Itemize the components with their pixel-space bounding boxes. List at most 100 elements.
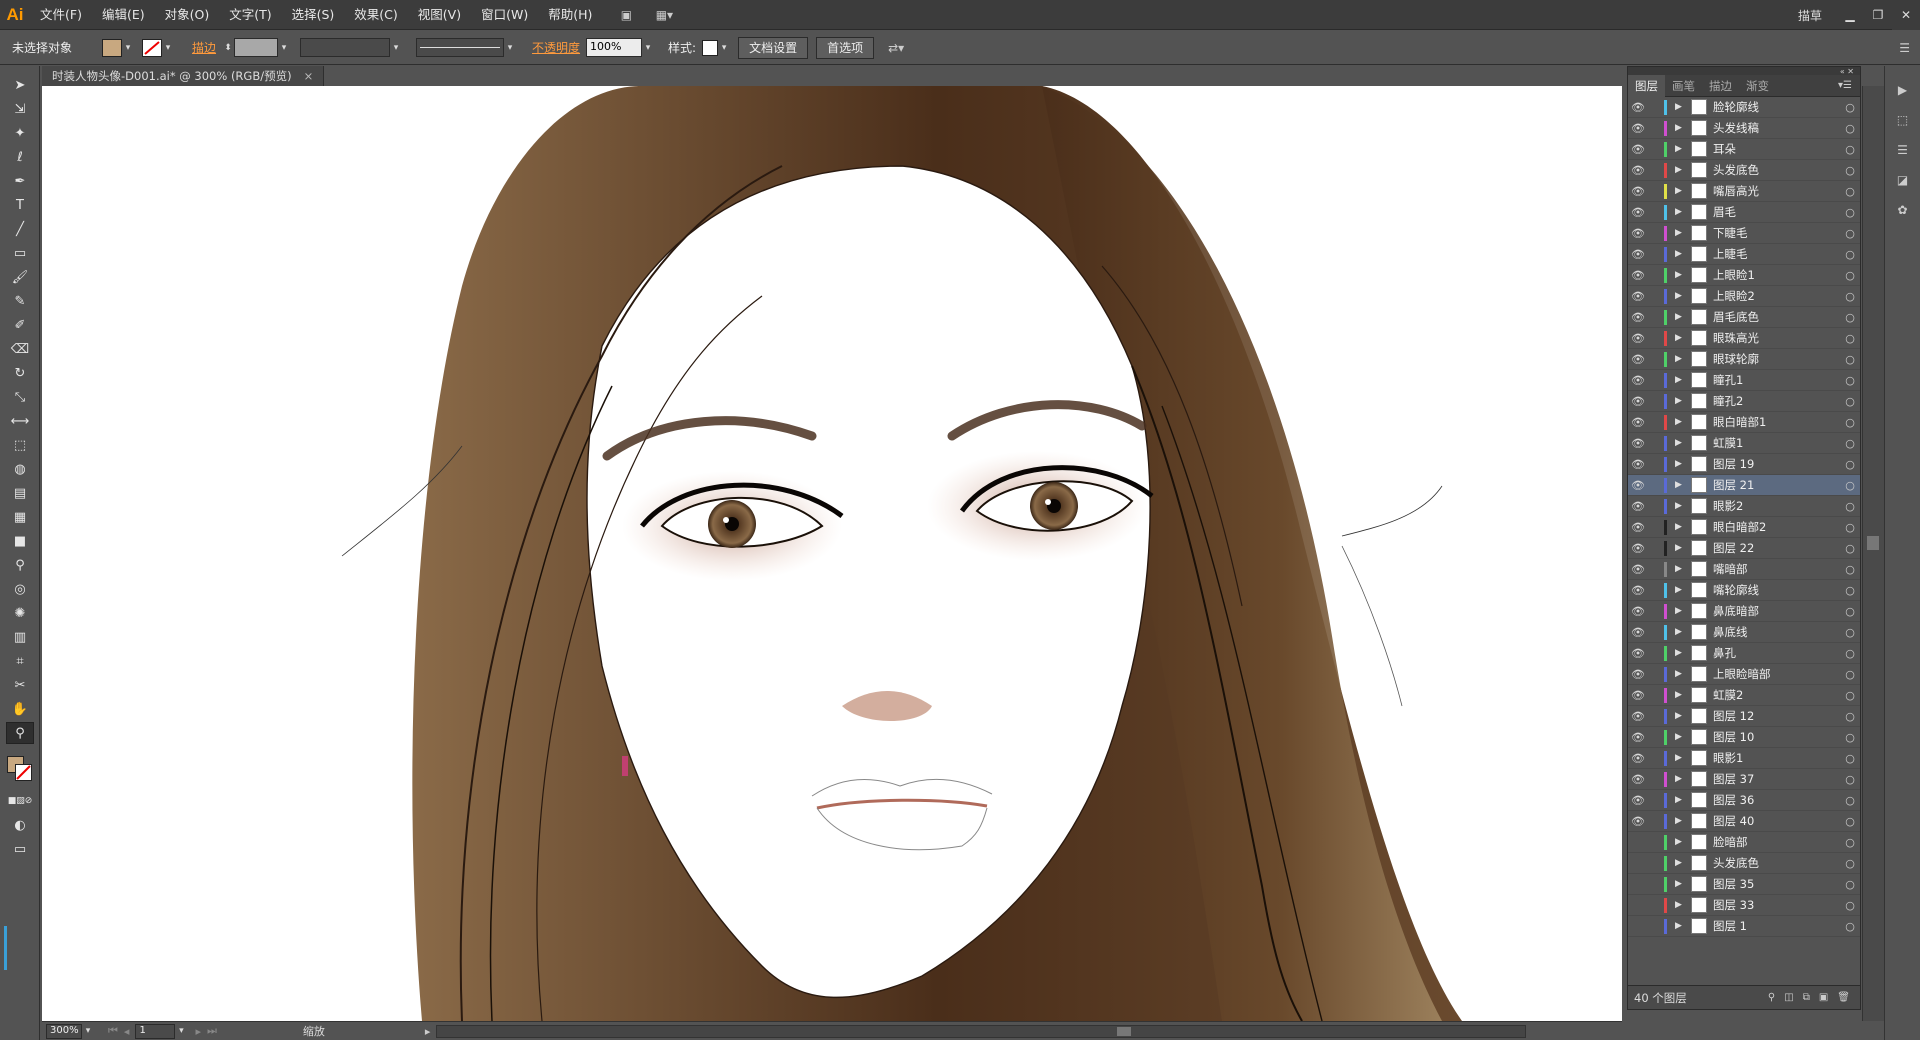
expand-triangle-icon[interactable]: ▶ (1675, 249, 1687, 259)
stroke-swatch[interactable] (142, 38, 163, 57)
layer-name[interactable]: 图层 10 (1713, 729, 1840, 745)
layer-row[interactable]: 👁 ▶ 瞳孔2 ○ (1628, 391, 1860, 412)
minimize-button[interactable]: ▁ (1836, 0, 1864, 30)
direct-selection-tool-icon[interactable]: ⇲ (6, 98, 34, 120)
make-clipping-mask-icon[interactable]: ◫ (1784, 992, 1793, 1003)
perspective-grid-tool-icon[interactable]: ▤ (6, 482, 34, 504)
layer-name[interactable]: 眉毛底色 (1713, 309, 1840, 325)
expand-triangle-icon[interactable]: ▶ (1675, 102, 1687, 112)
menu-item[interactable]: 文件(F) (30, 0, 92, 30)
rotate-tool-icon[interactable]: ↻ (6, 362, 34, 384)
expand-triangle-icon[interactable]: ▶ (1675, 648, 1687, 658)
gradient-tool-icon[interactable]: ■ (6, 530, 34, 552)
layer-name[interactable]: 头发底色 (1713, 855, 1840, 871)
layer-row[interactable]: 👁 ▶ 眼球轮廓 ○ (1628, 349, 1860, 370)
layer-row[interactable]: 👁 ▶ 图层 21 ○ (1628, 475, 1860, 496)
visibility-eye-icon[interactable]: 👁 (1628, 479, 1648, 492)
chevron-down-icon[interactable]: ▾ (82, 1026, 94, 1036)
stroke-weight-field[interactable] (234, 38, 279, 57)
graphic-style-swatch[interactable] (702, 39, 719, 56)
lasso-tool-icon[interactable]: ℓ (6, 146, 34, 168)
layer-row[interactable]: ▶ 头发底色 ○ (1628, 853, 1860, 874)
expand-triangle-icon[interactable]: ▶ (1675, 585, 1687, 595)
line-tool-icon[interactable]: ╱ (6, 218, 34, 240)
visibility-eye-icon[interactable]: 👁 (1628, 752, 1648, 765)
visibility-eye-icon[interactable]: 👁 (1628, 437, 1648, 450)
pen-tool-icon[interactable]: ✒ (6, 170, 34, 192)
first-page-icon[interactable]: ⏮ (108, 1024, 118, 1038)
layer-row[interactable]: 👁 ▶ 图层 10 ○ (1628, 727, 1860, 748)
expand-triangle-icon[interactable]: ▶ (1675, 522, 1687, 532)
scale-tool-icon[interactable]: ⤡ (6, 386, 34, 408)
play-action-icon[interactable]: ▶ (1891, 78, 1915, 102)
target-circle-icon[interactable]: ○ (1840, 605, 1860, 618)
width-tool-icon[interactable]: ⟷ (6, 410, 34, 432)
visibility-eye-icon[interactable]: 👁 (1628, 269, 1648, 282)
layer-name[interactable]: 眼影2 (1713, 498, 1840, 514)
rectangle-tool-icon[interactable]: ▭ (6, 242, 34, 264)
fill-stroke-controls[interactable] (0, 754, 40, 788)
layer-name[interactable]: 虹膜2 (1713, 687, 1840, 703)
panel-menu-icon[interactable]: ☰ (1899, 41, 1920, 55)
target-circle-icon[interactable]: ○ (1840, 269, 1860, 282)
layer-row[interactable]: 👁 ▶ 上睫毛 ○ (1628, 244, 1860, 265)
target-circle-icon[interactable]: ○ (1840, 731, 1860, 744)
horizontal-scrollbar[interactable] (436, 1024, 1527, 1038)
visibility-eye-icon[interactable]: 👁 (1628, 416, 1648, 429)
layer-row[interactable]: 👁 ▶ 上眼睑2 ○ (1628, 286, 1860, 307)
layer-name[interactable]: 眉毛 (1713, 204, 1840, 220)
vertical-scrollbar[interactable] (1862, 86, 1884, 1021)
layer-name[interactable]: 瞳孔1 (1713, 372, 1840, 388)
layer-name[interactable]: 头发线稿 (1713, 120, 1840, 136)
visibility-eye-icon[interactable]: 👁 (1628, 731, 1648, 744)
target-circle-icon[interactable]: ○ (1840, 206, 1860, 219)
chevron-down-icon[interactable]: ▾ (504, 43, 516, 53)
layer-name[interactable]: 头发底色 (1713, 162, 1840, 178)
visibility-eye-icon[interactable]: 👁 (1628, 500, 1648, 513)
target-circle-icon[interactable]: ○ (1840, 710, 1860, 723)
layer-name[interactable]: 图层 33 (1713, 897, 1840, 913)
visibility-eye-icon[interactable]: 👁 (1628, 710, 1648, 723)
layer-row[interactable]: 👁 ▶ 鼻孔 ○ (1628, 643, 1860, 664)
visibility-eye-icon[interactable]: 👁 (1628, 794, 1648, 807)
stroke-color-swatch[interactable] (15, 764, 32, 781)
layer-row[interactable]: ▶ 脸暗部 ○ (1628, 832, 1860, 853)
expand-triangle-icon[interactable]: ▶ (1675, 858, 1687, 868)
opacity-label[interactable]: 不透明度 (526, 39, 586, 56)
menu-item[interactable]: 编辑(E) (92, 0, 155, 30)
brush-definition[interactable] (416, 38, 505, 57)
variable-width-profile[interactable] (300, 38, 391, 57)
document-setup-button[interactable]: 文档设置 (738, 36, 809, 59)
layer-row[interactable]: 👁 ▶ 图层 19 ○ (1628, 454, 1860, 475)
visibility-eye-icon[interactable]: 👁 (1628, 563, 1648, 576)
target-circle-icon[interactable]: ○ (1840, 416, 1860, 429)
visibility-eye-icon[interactable]: 👁 (1628, 143, 1648, 156)
chevron-down-icon[interactable]: ▾ (390, 43, 402, 53)
zoom-tool-icon[interactable]: ⚲ (6, 722, 34, 744)
layer-row[interactable]: ▶ 图层 33 ○ (1628, 895, 1860, 916)
target-circle-icon[interactable]: ○ (1840, 752, 1860, 765)
new-sublayer-icon[interactable]: ⧉ (1803, 992, 1810, 1003)
scroll-thumb[interactable] (1117, 1026, 1132, 1036)
transform-panel-icon[interactable]: ⬚ (1891, 108, 1915, 132)
chevron-down-icon[interactable]: ▾ (278, 43, 290, 53)
target-circle-icon[interactable]: ○ (1840, 374, 1860, 387)
layer-row[interactable]: 👁 ▶ 图层 40 ○ (1628, 811, 1860, 832)
target-circle-icon[interactable]: ○ (1840, 668, 1860, 681)
chevron-down-icon[interactable]: ▾ (122, 43, 134, 53)
visibility-eye-icon[interactable]: 👁 (1628, 248, 1648, 261)
visibility-eye-icon[interactable]: 👁 (1628, 542, 1648, 555)
target-circle-icon[interactable]: ○ (1840, 332, 1860, 345)
restore-button[interactable]: ❐ (1864, 0, 1892, 30)
status-menu-icon[interactable]: ▸ (425, 1025, 431, 1038)
layer-row[interactable]: 👁 ▶ 嘴暗部 ○ (1628, 559, 1860, 580)
layer-name[interactable]: 上眼睑1 (1713, 267, 1840, 283)
layer-row[interactable]: ▶ 图层 1 ○ (1628, 916, 1860, 937)
layer-row[interactable]: 👁 ▶ 嘴轮廓线 ○ (1628, 580, 1860, 601)
locate-object-icon[interactable]: ⚲ (1768, 992, 1775, 1003)
tab-gradient[interactable]: 渐变 (1739, 75, 1776, 97)
slice-tool-icon[interactable]: ✂ (6, 674, 34, 696)
layer-row[interactable]: 👁 ▶ 图层 12 ○ (1628, 706, 1860, 727)
target-circle-icon[interactable]: ○ (1840, 458, 1860, 471)
layer-name[interactable]: 图层 1 (1713, 918, 1840, 934)
